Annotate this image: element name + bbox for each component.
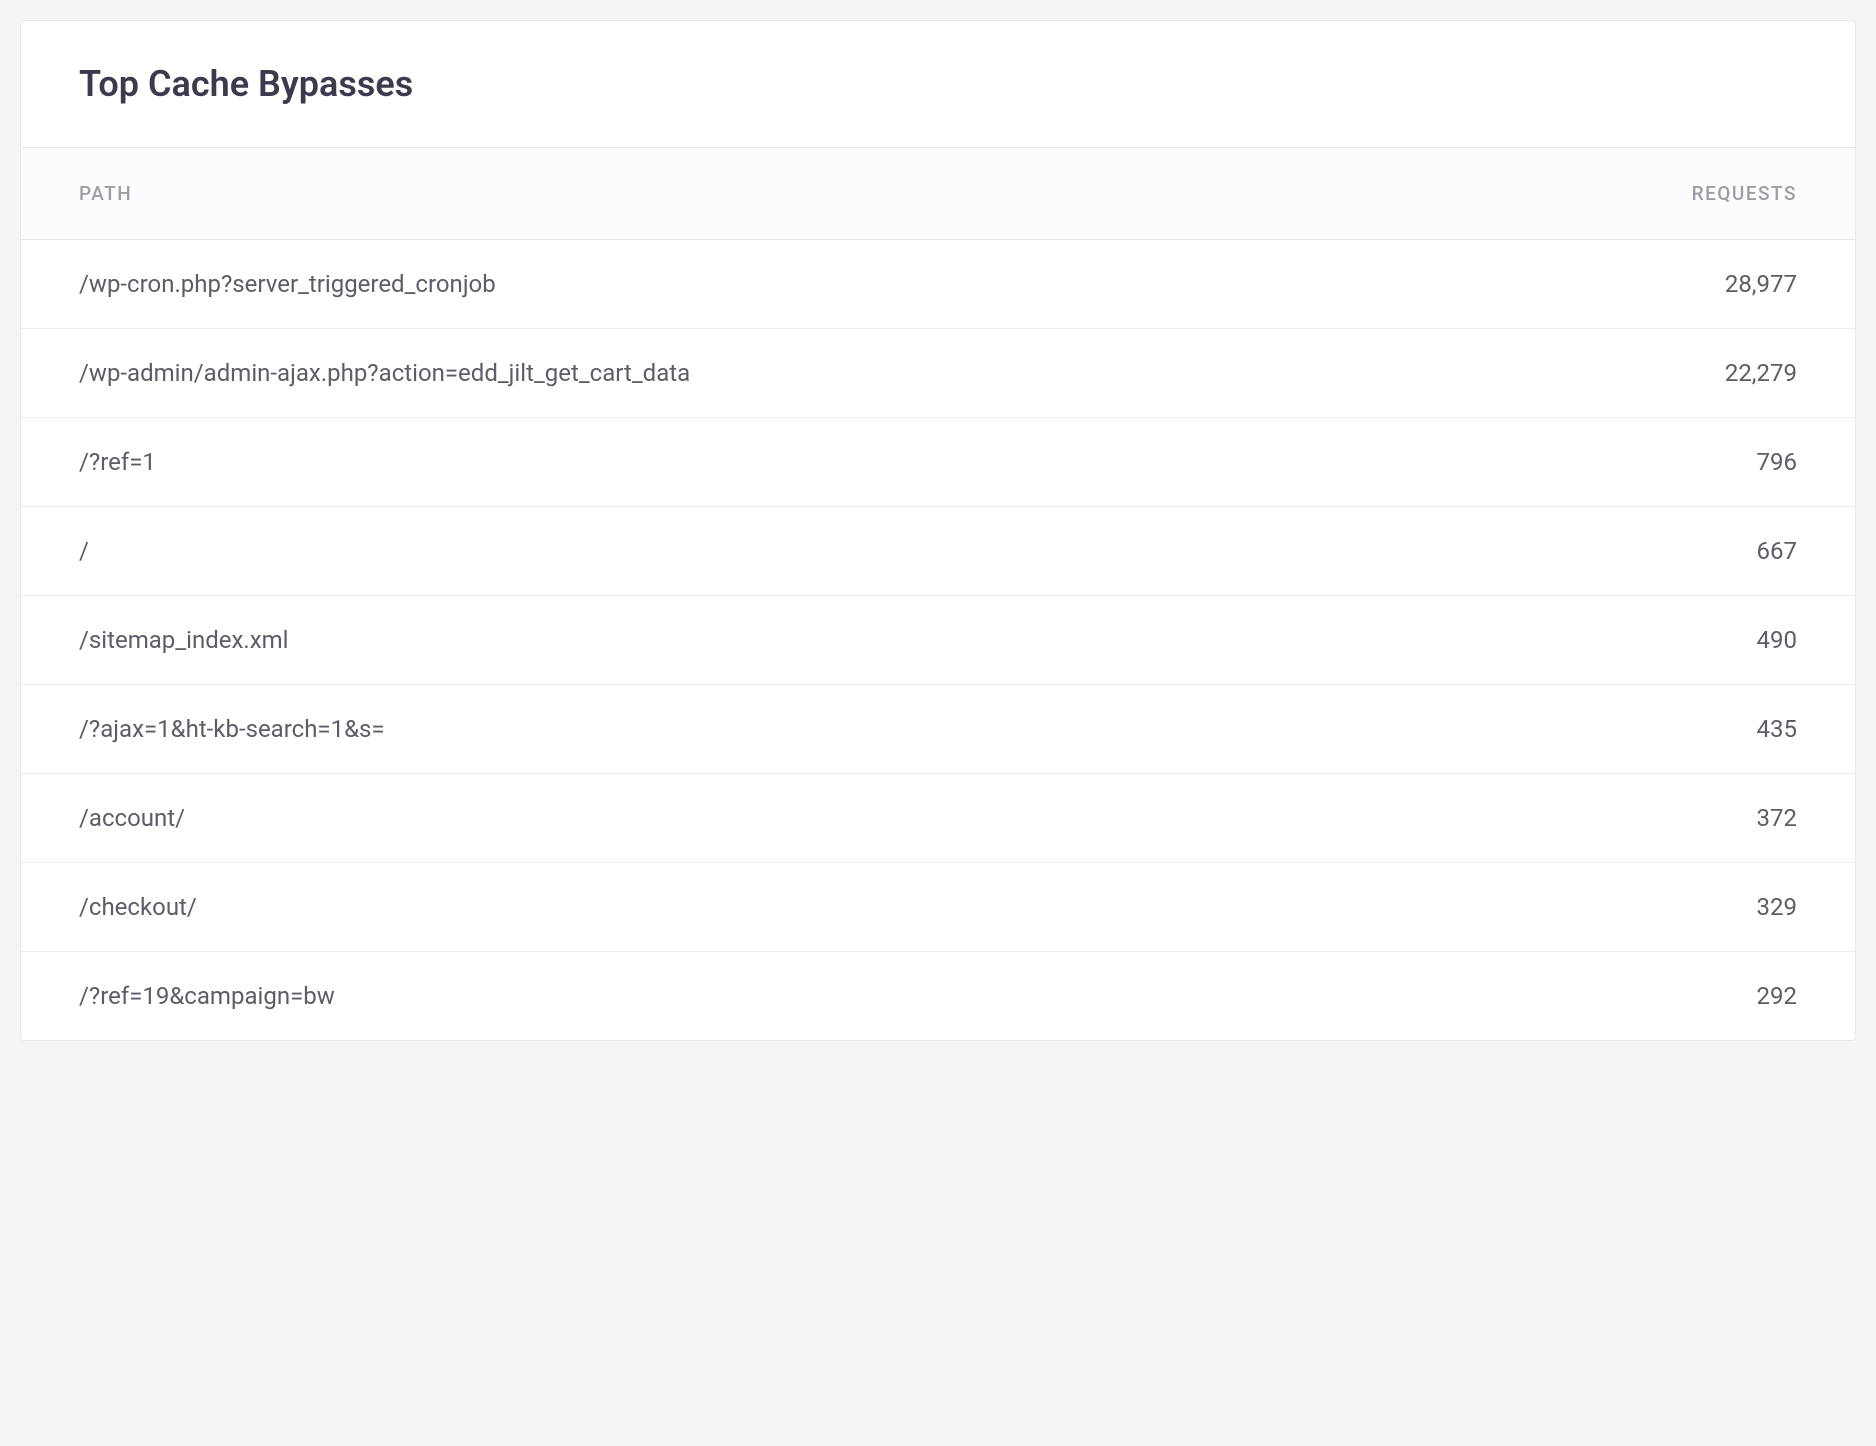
cell-path: /?ref=19&campaign=bw <box>79 982 1677 1010</box>
cell-path: /account/ <box>79 804 1677 832</box>
cell-requests: 435 <box>1677 715 1797 743</box>
cell-requests: 22,279 <box>1677 359 1797 387</box>
card-header: Top Cache Bypasses <box>21 21 1855 148</box>
table-row: /667 <box>21 507 1855 596</box>
table-row: /?ref=19&campaign=bw292 <box>21 952 1855 1040</box>
table-row: /sitemap_index.xml490 <box>21 596 1855 685</box>
cell-path: /sitemap_index.xml <box>79 626 1677 654</box>
cell-path: /checkout/ <box>79 893 1677 921</box>
cell-requests: 292 <box>1677 982 1797 1010</box>
table-row: /?ref=1796 <box>21 418 1855 507</box>
cell-path: /wp-cron.php?server_triggered_cronjob <box>79 270 1677 298</box>
table-row: /wp-admin/admin-ajax.php?action=edd_jilt… <box>21 329 1855 418</box>
cell-path: /?ref=1 <box>79 448 1677 476</box>
cell-requests: 372 <box>1677 804 1797 832</box>
cell-requests: 329 <box>1677 893 1797 921</box>
cell-path: /wp-admin/admin-ajax.php?action=edd_jilt… <box>79 359 1677 387</box>
table-row: /checkout/329 <box>21 863 1855 952</box>
table-row: /account/372 <box>21 774 1855 863</box>
table-body: /wp-cron.php?server_triggered_cronjob28,… <box>21 240 1855 1040</box>
cell-requests: 796 <box>1677 448 1797 476</box>
table-header: PATH REQUESTS <box>21 148 1855 240</box>
table-row: /wp-cron.php?server_triggered_cronjob28,… <box>21 240 1855 329</box>
cell-path: /?ajax=1&ht-kb-search=1&s= <box>79 715 1677 743</box>
table-row: /?ajax=1&ht-kb-search=1&s=435 <box>21 685 1855 774</box>
card-title: Top Cache Bypasses <box>79 63 1797 105</box>
cell-requests: 667 <box>1677 537 1797 565</box>
cell-path: / <box>79 537 1677 565</box>
top-cache-bypasses-card: Top Cache Bypasses PATH REQUESTS /wp-cro… <box>20 20 1856 1041</box>
cell-requests: 28,977 <box>1677 270 1797 298</box>
column-header-path[interactable]: PATH <box>79 182 132 205</box>
column-header-requests[interactable]: REQUESTS <box>1692 182 1797 205</box>
cell-requests: 490 <box>1677 626 1797 654</box>
